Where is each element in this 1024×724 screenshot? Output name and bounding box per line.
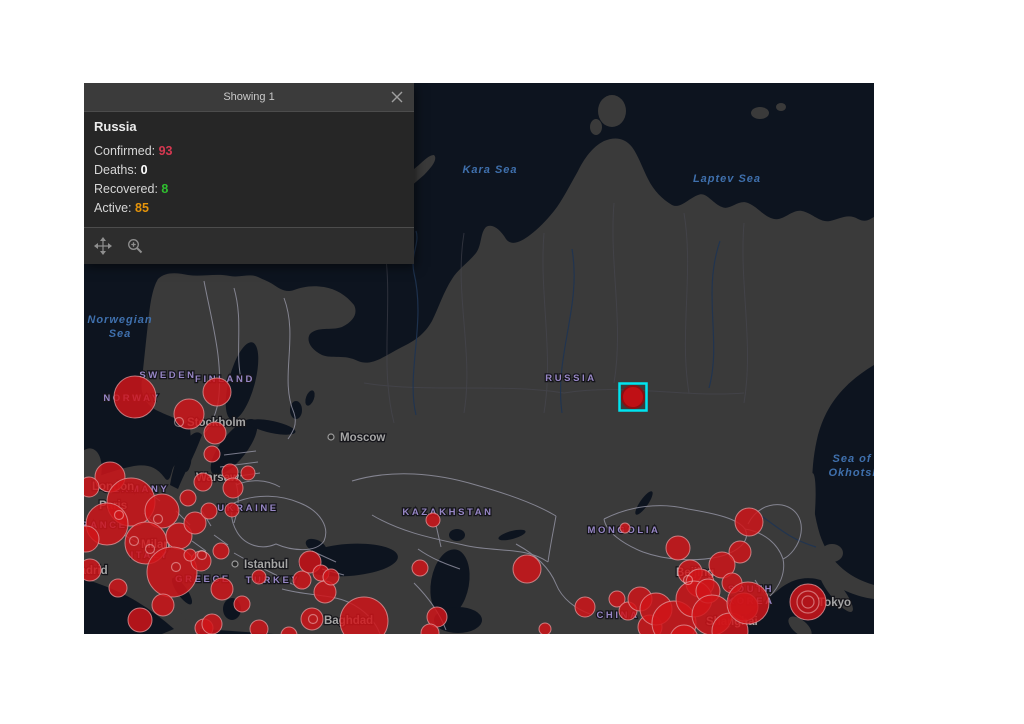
- case-marker[interactable]: [113, 375, 157, 419]
- popup: Showing 1 Russia Confirmed: 93 Deaths: 0R…: [84, 83, 414, 264]
- case-marker[interactable]: [789, 583, 827, 621]
- case-marker[interactable]: [574, 596, 596, 618]
- case-marker[interactable]: [512, 554, 542, 584]
- case-marker[interactable]: [292, 570, 312, 590]
- country-label-sweden: SWEDEN: [139, 370, 196, 381]
- popup-field-label: Confirmed:: [94, 144, 159, 158]
- case-marker[interactable]: [203, 445, 221, 463]
- case-marker[interactable]: [224, 502, 240, 518]
- popup-body: Russia Confirmed: 93 Deaths: 0 Recovered: …: [84, 112, 414, 228]
- case-marker[interactable]: [201, 613, 223, 634]
- popup-field-value: 93: [158, 144, 173, 158]
- case-marker[interactable]: [200, 502, 218, 520]
- case-marker[interactable]: [127, 607, 153, 633]
- popup-header: Showing 1: [84, 83, 414, 112]
- city-dot: [231, 560, 239, 568]
- case-marker[interactable]: [108, 578, 128, 598]
- case-marker[interactable]: [84, 476, 100, 498]
- country-label-kazakhstan: KAZAKHSTAN: [402, 507, 493, 518]
- case-marker[interactable]: [203, 421, 227, 445]
- case-marker[interactable]: [222, 477, 244, 499]
- selected-case-marker[interactable]: [621, 385, 645, 409]
- case-marker[interactable]: [202, 377, 232, 407]
- popup-header-title: Showing 1: [223, 91, 275, 103]
- case-marker[interactable]: [183, 548, 197, 562]
- case-marker[interactable]: [151, 593, 175, 617]
- case-marker[interactable]: [210, 577, 234, 601]
- case-marker[interactable]: [322, 568, 340, 586]
- city-label-istanbul: Istanbul: [244, 559, 288, 571]
- case-marker[interactable]: [425, 512, 441, 528]
- case-marker[interactable]: [173, 398, 205, 430]
- case-marker[interactable]: [411, 559, 429, 577]
- case-marker[interactable]: [221, 463, 239, 481]
- popup-fields: Confirmed: 93 Deaths: 0 Recovered: 8 Active…: [94, 142, 404, 218]
- map-canvas[interactable]: NORWAYSWEDENFINLANDRUSSIAUKRAINEKAZAKHST…: [84, 83, 874, 634]
- case-marker[interactable]: [734, 507, 764, 537]
- popup-field-label: Recovered:: [94, 182, 162, 196]
- case-marker[interactable]: [249, 619, 269, 634]
- case-marker[interactable]: [193, 472, 213, 492]
- sea-label: Norwegian: [87, 314, 152, 326]
- country-label-russia: RUSSIA: [545, 373, 597, 384]
- city-dot: [327, 433, 335, 441]
- close-icon[interactable]: [389, 89, 405, 105]
- page: { "popup": { "header_label": "Showing 1"…: [0, 0, 1024, 724]
- case-marker[interactable]: [251, 569, 267, 585]
- popup-toolbar: [84, 228, 414, 264]
- popup-field-active: Active: 85: [94, 199, 404, 218]
- popup-field-deaths: Deaths: 0: [94, 161, 404, 180]
- sea-label: Sea: [109, 328, 132, 340]
- sea-label: Kara Sea: [462, 164, 517, 176]
- sea-label: Laptev Sea: [693, 173, 761, 185]
- popup-country-title: Russia: [94, 119, 137, 134]
- case-marker[interactable]: [665, 535, 691, 561]
- case-marker[interactable]: [300, 607, 324, 631]
- zoom-in-icon[interactable]: [126, 237, 144, 255]
- popup-field-confirmed: Confirmed: 93: [94, 142, 404, 161]
- popup-field-recovered: Recovered: 8: [94, 180, 404, 199]
- popup-field-value: 0: [140, 163, 148, 177]
- case-marker[interactable]: [726, 581, 770, 625]
- popup-field-value: 8: [161, 182, 169, 196]
- case-marker[interactable]: [84, 558, 102, 582]
- popup-field-value: 85: [135, 201, 149, 215]
- popup-field-label: Deaths:: [94, 163, 141, 177]
- case-marker[interactable]: [619, 522, 631, 534]
- case-marker[interactable]: [212, 542, 230, 560]
- sea-label: Okhotsk: [828, 467, 874, 479]
- pan-icon[interactable]: [94, 237, 112, 255]
- case-marker[interactable]: [233, 595, 251, 613]
- sea-label: Sea of: [832, 453, 871, 465]
- case-marker[interactable]: [538, 622, 552, 634]
- case-marker[interactable]: [240, 465, 256, 481]
- popup-field-label: Active:: [94, 201, 135, 215]
- case-marker[interactable]: [179, 489, 197, 507]
- city-label-moscow: Moscow: [340, 432, 385, 444]
